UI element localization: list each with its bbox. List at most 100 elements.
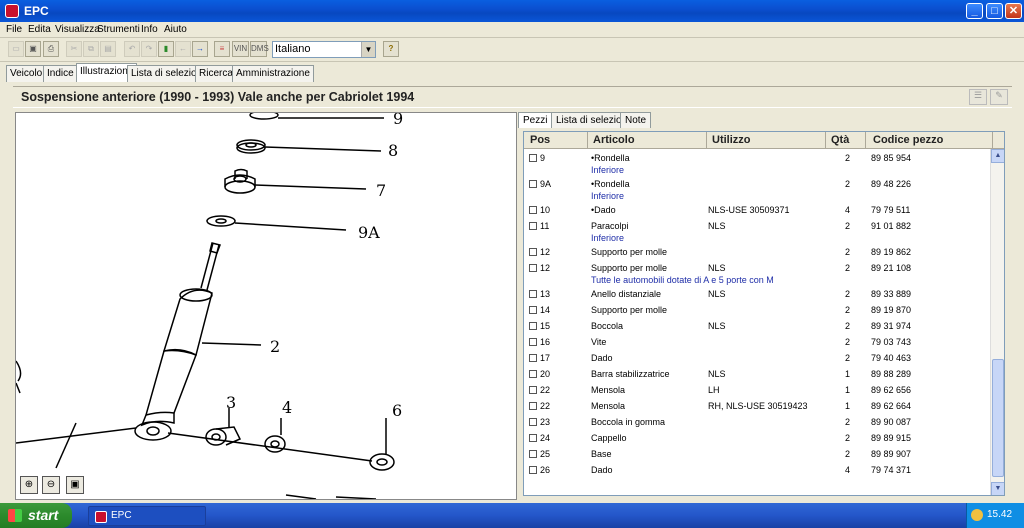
cut-icon[interactable]: ✂ xyxy=(66,41,82,57)
row-checkbox[interactable] xyxy=(529,248,537,256)
table-row[interactable]: 22 Mensola RH, NLS-USE 30519423 1 89 62 664 xyxy=(524,400,990,416)
row-checkbox[interactable] xyxy=(529,264,537,272)
row-checkbox[interactable] xyxy=(529,434,537,442)
cell-utilizzo: LH xyxy=(708,385,720,395)
col-articolo[interactable]: Articolo xyxy=(593,134,635,146)
language-select[interactable]: Italiano ▼ xyxy=(272,41,376,58)
table-row[interactable]: 13 Anello distanziale NLS 2 89 33 889 xyxy=(524,288,990,304)
table-row[interactable]: 15 Boccola NLS 2 89 31 974 xyxy=(524,320,990,336)
col-codice[interactable]: Codice pezzo xyxy=(873,134,943,146)
fit-to-window-icon[interactable]: ▣ xyxy=(66,476,84,494)
tray-icon[interactable] xyxy=(971,509,983,521)
minimize-button[interactable]: _ xyxy=(966,3,983,19)
row-checkbox[interactable] xyxy=(529,370,537,378)
callout-2[interactable]: 2 xyxy=(270,337,280,356)
start-button[interactable]: start xyxy=(0,503,72,528)
menu-file[interactable]: File xyxy=(6,24,22,35)
table-row[interactable]: 9A •Rondella 2 89 48 226 Inferiore xyxy=(524,178,990,204)
back-arrow-icon[interactable]: ← xyxy=(175,41,191,57)
row-checkbox[interactable] xyxy=(529,402,537,410)
bookmark-icon[interactable]: ▮ xyxy=(158,41,174,57)
undo-icon[interactable]: ↶ xyxy=(124,41,140,57)
scroll-up-icon[interactable]: ▲ xyxy=(991,149,1004,163)
row-checkbox[interactable] xyxy=(529,386,537,394)
col-pos[interactable]: Pos xyxy=(530,134,550,146)
close-button[interactable]: ✕ xyxy=(1005,3,1022,19)
callout-3[interactable]: 3 xyxy=(226,393,236,412)
row-checkbox[interactable] xyxy=(529,306,537,314)
row-checkbox[interactable] xyxy=(529,222,537,230)
tab-pezzi[interactable]: Pezzi xyxy=(518,112,553,128)
table-row[interactable]: 25 Base 2 89 89 907 xyxy=(524,448,990,464)
filter-icon[interactable]: ≡ xyxy=(214,41,230,57)
print-icon[interactable]: ⎙ xyxy=(43,41,59,57)
vertical-scrollbar[interactable]: ▲ ▼ xyxy=(990,149,1004,495)
callout-6[interactable]: 6 xyxy=(392,401,402,420)
row-checkbox[interactable] xyxy=(529,180,537,188)
row-checkbox[interactable] xyxy=(529,450,537,458)
row-checkbox[interactable] xyxy=(529,290,537,298)
menu-tools[interactable]: Strumenti xyxy=(97,24,140,35)
tab-ricerca[interactable]: Ricerca xyxy=(195,65,237,82)
table-row[interactable]: 9 •Rondella 2 89 85 954 Inferiore xyxy=(524,152,990,178)
tab-note[interactable]: Note xyxy=(620,112,652,128)
table-row[interactable]: 11 Paracolpi NLS 2 91 01 882 Inferiore xyxy=(524,220,990,246)
parts-illustration[interactable]: 9 8 7 9A 2 3 4 6 xyxy=(15,112,517,500)
tab-veicolo[interactable]: Veicolo xyxy=(6,65,47,82)
tab-indice[interactable]: Indice xyxy=(43,65,78,82)
menu-info[interactable]: Info xyxy=(141,24,158,35)
menu-view[interactable]: Visualizza xyxy=(55,24,100,35)
zoom-in-icon[interactable]: ⊕ xyxy=(20,476,38,494)
cell-articolo: Mensola xyxy=(591,385,626,395)
scroll-down-icon[interactable]: ▼ xyxy=(991,482,1004,495)
save-icon[interactable]: ▣ xyxy=(25,41,41,57)
menu-help[interactable]: Aiuto xyxy=(164,24,187,35)
col-qta[interactable]: Qtà xyxy=(831,134,849,146)
dms-button[interactable]: DMS xyxy=(250,41,269,57)
scroll-thumb[interactable] xyxy=(992,359,1004,477)
table-row[interactable]: 17 Dado 2 79 40 463 xyxy=(524,352,990,368)
callout-9a[interactable]: 9A xyxy=(358,223,380,242)
cell-codice: 89 85 954 xyxy=(871,153,912,163)
edit-note-icon[interactable]: ✎ xyxy=(990,89,1008,105)
table-row[interactable]: 10 •Dado NLS-USE 30509371 4 79 79 511 xyxy=(524,204,990,220)
table-row[interactable]: 23 Boccola in gomma 2 89 90 087 xyxy=(524,416,990,432)
table-row[interactable]: 14 Supporto per molle 2 89 19 870 xyxy=(524,304,990,320)
row-checkbox[interactable] xyxy=(529,206,537,214)
menu-edit[interactable]: Edita xyxy=(28,24,51,35)
callout-7[interactable]: 7 xyxy=(376,181,386,200)
table-row[interactable]: 16 Vite 2 79 03 743 xyxy=(524,336,990,352)
chevron-down-icon[interactable]: ▼ xyxy=(361,42,375,57)
help-icon[interactable]: ? xyxy=(383,41,399,57)
callout-8[interactable]: 8 xyxy=(388,141,398,160)
col-utilizzo[interactable]: Utilizzo xyxy=(712,134,751,146)
forward-arrow-icon[interactable]: → xyxy=(192,41,208,57)
cell-pos: 23 xyxy=(540,417,551,427)
cell-codice: 89 90 087 xyxy=(871,417,912,427)
row-checkbox[interactable] xyxy=(529,154,537,162)
table-row[interactable]: 26 Dado 4 79 74 371 xyxy=(524,464,990,480)
table-row[interactable]: 12 Supporto per molle NLS 2 89 21 108 Tutte l… xyxy=(524,262,990,288)
table-row[interactable]: 22 Mensola LH 1 89 62 656 xyxy=(524,384,990,400)
callout-4[interactable]: 4 xyxy=(282,398,292,417)
maximize-button[interactable]: □ xyxy=(986,3,1003,19)
zoom-out-icon[interactable]: ⊖ xyxy=(42,476,60,494)
row-checkbox[interactable] xyxy=(529,418,537,426)
title-bar[interactable]: EPC _ □ ✕ xyxy=(0,0,1024,22)
redo-icon[interactable]: ↷ xyxy=(141,41,157,57)
table-row[interactable]: 12 Supporto per molle 2 89 19 862 xyxy=(524,246,990,262)
copy-icon[interactable]: ⧉ xyxy=(83,41,99,57)
vin-button[interactable]: VIN xyxy=(232,41,249,57)
taskbar-item-epc[interactable]: EPC xyxy=(88,506,206,526)
list-view-icon[interactable]: ☰ xyxy=(969,89,987,105)
paste-icon[interactable]: ▤ xyxy=(100,41,116,57)
table-row[interactable]: 20 Barra stabilizzatrice NLS 1 89 88 289 xyxy=(524,368,990,384)
row-checkbox[interactable] xyxy=(529,322,537,330)
tab-amministrazione[interactable]: Amministrazione xyxy=(232,65,314,82)
table-row[interactable]: 24 Cappello 2 89 89 915 xyxy=(524,432,990,448)
callout-9[interactable]: 9 xyxy=(393,113,403,128)
open-icon[interactable]: ▭ xyxy=(8,41,24,57)
row-checkbox[interactable] xyxy=(529,338,537,346)
row-checkbox[interactable] xyxy=(529,354,537,362)
row-checkbox[interactable] xyxy=(529,466,537,474)
